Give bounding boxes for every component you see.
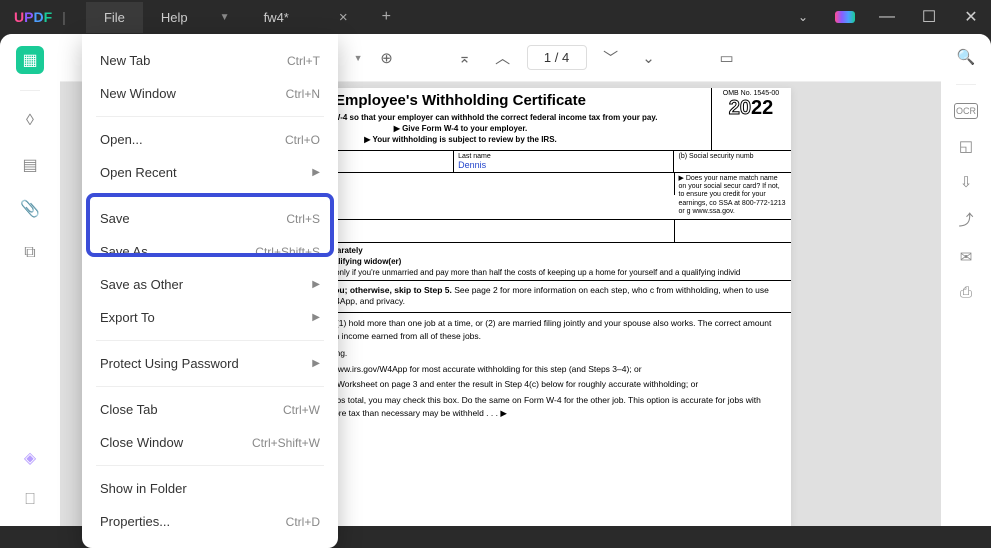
menu-help[interactable]: Help [143,2,206,33]
last-page-button[interactable]: ⌄ [635,44,663,72]
chevron-down-icon[interactable]: ⌄ [783,0,823,34]
zoom-in-button[interactable]: ⊕ [373,44,401,72]
share-icon[interactable]: ⤴ [958,209,973,230]
export-icon[interactable]: ⇩ [960,173,973,191]
file-menu: New TabCtrl+T New WindowCtrl+N Open...Ct… [82,34,338,548]
zoom-dropdown-icon[interactable]: ▼ [354,53,363,63]
mail-icon[interactable]: ✉ [960,248,973,266]
ocr-icon[interactable]: OCR [954,103,978,119]
add-tab-button[interactable]: + [368,8,405,26]
menu-properties[interactable]: Properties...Ctrl+D [82,505,338,538]
menu-file[interactable]: File [86,2,143,33]
menu-new-tab[interactable]: New TabCtrl+T [82,44,338,77]
document-tab[interactable]: fw4* × [244,0,368,34]
menu-export-to[interactable]: Export To▶ [82,301,338,334]
menu-close-window[interactable]: Close WindowCtrl+Shift+W [82,426,338,459]
menu-save-as[interactable]: Save As...Ctrl+Shift+S [82,235,338,268]
menu-open-recent[interactable]: Open Recent▶ [82,156,338,189]
app-logo: UPDF | [0,9,86,25]
next-page-button[interactable]: ﹀ [597,44,625,72]
thumbnails-icon[interactable]: ▦ [16,46,44,74]
present-icon[interactable]: ▭ [713,44,741,72]
prev-page-button[interactable]: ︿ [489,44,517,72]
bookmark2-icon[interactable]: ⎕ [16,486,44,514]
menu-open[interactable]: Open...Ctrl+O [82,123,338,156]
theme-icon[interactable] [825,0,865,34]
tab-dropdown-icon[interactable]: ▼ [206,12,244,23]
attachment-icon[interactable]: 📎 [16,195,44,223]
menu-save-other[interactable]: Save as Other▶ [82,268,338,301]
left-sidebar: ▦ ◊ ▤ 📎 ⧉ ◈ ⎕ [0,34,60,526]
menu-protect[interactable]: Protect Using Password▶ [82,347,338,380]
tab-title: fw4* [264,10,289,25]
first-page-button[interactable]: ⌅ [451,44,479,72]
menu-save[interactable]: SaveCtrl+S [82,202,338,235]
layers-icon[interactable]: ⧉ [16,239,44,267]
print-icon[interactable]: ⎙ [960,284,972,301]
menu-close-tab[interactable]: Close TabCtrl+W [82,393,338,426]
page-indicator[interactable]: 1 / 4 [527,45,587,70]
menu-show-folder[interactable]: Show in Folder [82,472,338,505]
right-sidebar: 🔍 OCR ◱ ⇩ ⤴ ✉ ⎙ [941,34,991,526]
last-name-field[interactable]: Dennis [458,160,669,170]
highlight-icon[interactable]: ◊ [16,107,44,135]
bookmark-icon[interactable]: ▤ [16,151,44,179]
minimize-button[interactable]: — [867,0,907,34]
crop-icon[interactable]: ◱ [959,137,973,155]
maximize-button[interactable]: ☐ [909,0,949,34]
close-window-button[interactable]: ✕ [951,0,991,34]
close-tab-icon[interactable]: × [339,9,348,26]
stack-icon[interactable]: ◈ [16,444,44,472]
search-icon[interactable]: 🔍 [957,48,976,66]
menu-new-window[interactable]: New WindowCtrl+N [82,77,338,110]
